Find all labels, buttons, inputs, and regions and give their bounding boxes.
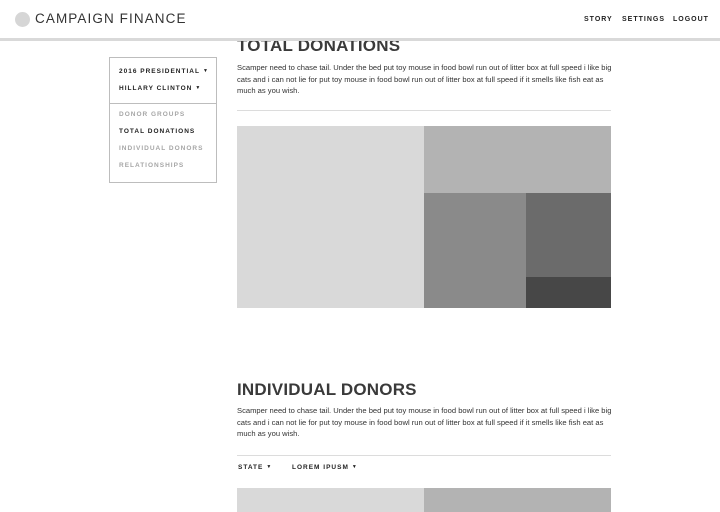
sidebar-divider [110, 103, 216, 104]
sidebar-item-total-donations[interactable]: TOTAL DONATIONS [119, 128, 195, 135]
chevron-down-icon: ▼ [266, 464, 273, 470]
chevron-down-icon: ▼ [351, 464, 358, 470]
treemap-block[interactable] [424, 488, 611, 512]
election-select-label: 2016 PRESIDENTIAL [119, 68, 200, 75]
nav-settings-link[interactable]: SETTINGS [622, 16, 665, 23]
top-navigation-bar: CAMPAIGN FINANCE STORY SETTINGS LOGOUT [0, 0, 720, 41]
sidebar-item-donor-groups[interactable]: DONOR GROUPS [119, 111, 185, 118]
treemap-block[interactable] [526, 277, 611, 308]
candidate-select[interactable]: HILLARY CLINTON ▼ [119, 85, 201, 92]
individual-donors-description: Scamper need to chase tail. Under the be… [237, 406, 612, 439]
sidebar-item-relationships[interactable]: RELATIONSHIPS [119, 162, 184, 169]
election-select[interactable]: 2016 PRESIDENTIAL ▼ [119, 68, 209, 75]
lorem-ipsum-filter-dropdown[interactable]: LOREM IPUSM ▼ [292, 464, 358, 471]
individual-donors-title: INDIVIDUAL DONORS [237, 380, 417, 399]
nav-story-link[interactable]: STORY [584, 16, 613, 23]
section-divider [237, 110, 611, 111]
total-donations-description: Scamper need to chase tail. Under the be… [237, 63, 612, 96]
lorem-ipsum-filter-label: LOREM IPUSM [292, 464, 349, 471]
state-filter-dropdown[interactable]: STATE ▼ [238, 464, 272, 471]
sidebar-panel: 2016 PRESIDENTIAL ▼ HILLARY CLINTON ▼ DONO… [109, 57, 217, 183]
section-divider [237, 455, 611, 456]
treemap-block[interactable] [526, 193, 611, 277]
chevron-down-icon: ▼ [202, 68, 209, 74]
chevron-down-icon: ▼ [195, 85, 202, 91]
logo-circle-icon[interactable] [15, 12, 30, 27]
brand-title[interactable]: CAMPAIGN FINANCE [35, 11, 187, 26]
candidate-select-label: HILLARY CLINTON [119, 85, 193, 92]
treemap-block[interactable] [237, 488, 424, 512]
treemap-block[interactable] [424, 126, 611, 193]
treemap-block[interactable] [237, 126, 424, 308]
nav-logout-link[interactable]: LOGOUT [673, 16, 709, 23]
state-filter-label: STATE [238, 464, 264, 471]
treemap-block[interactable] [424, 193, 526, 308]
sidebar-item-individual-donors[interactable]: INDIVIDUAL DONORS [119, 145, 203, 152]
